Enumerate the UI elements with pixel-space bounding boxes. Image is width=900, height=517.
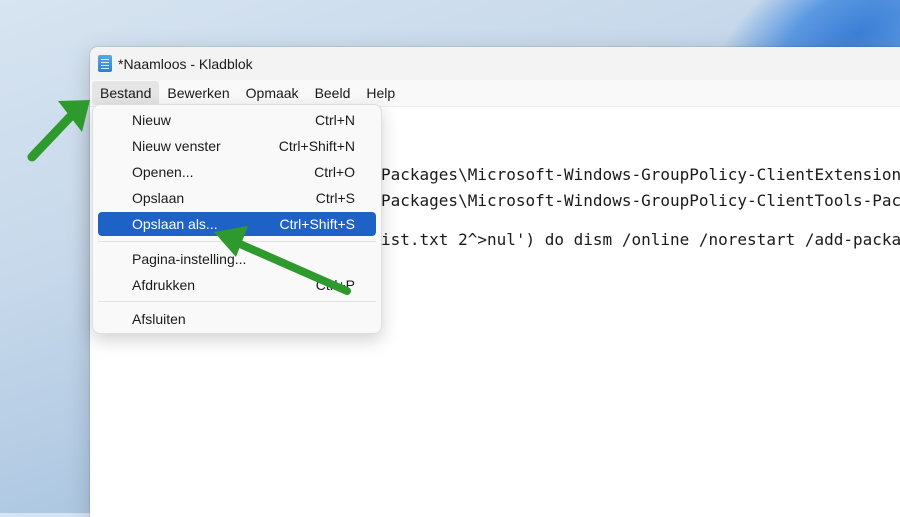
menu-item-label: Nieuw xyxy=(132,112,171,128)
menu-item-shortcut: Ctrl+O xyxy=(314,164,355,180)
menu-bar: Bestand Bewerken Opmaak Beeld Help xyxy=(90,80,900,107)
menu-item-nieuw[interactable]: Nieuw Ctrl+N xyxy=(98,108,376,132)
menu-separator xyxy=(98,301,376,302)
arrow-to-bestand-icon xyxy=(27,100,90,162)
file-menu-dropdown: Nieuw Ctrl+N Nieuw venster Ctrl+Shift+N … xyxy=(92,104,382,334)
editor-line: Packages\Microsoft-Windows-GroupPolicy-C… xyxy=(381,191,900,210)
menu-item-opslaan[interactable]: Opslaan Ctrl+S xyxy=(98,186,376,210)
menu-item-opslaan-als[interactable]: Opslaan als... Ctrl+Shift+S xyxy=(98,212,376,236)
menu-item-label: Afsluiten xyxy=(132,311,186,327)
editor-line: ist.txt 2^>nul') do dism /online /norest… xyxy=(381,230,900,249)
menu-help[interactable]: Help xyxy=(358,81,403,105)
menu-item-shortcut: Ctrl+N xyxy=(314,112,355,128)
title-bar[interactable]: *Naamloos - Kladblok xyxy=(90,47,900,80)
menu-separator xyxy=(98,241,376,242)
menu-item-label: Nieuw venster xyxy=(132,138,221,154)
window-title: *Naamloos - Kladblok xyxy=(118,55,253,72)
editor-line: Packages\Microsoft-Windows-GroupPolicy-C… xyxy=(381,165,900,184)
menu-item-shortcut: Ctrl+Shift+N xyxy=(278,138,355,154)
menu-item-openen[interactable]: Openen... Ctrl+O xyxy=(98,160,376,184)
menu-item-label: Afdrukken xyxy=(132,277,196,293)
menu-item-afdrukken[interactable]: Afdrukken Ctrl+P xyxy=(98,273,376,297)
menu-item-shortcut: Ctrl+P xyxy=(315,277,355,293)
menu-bewerken[interactable]: Bewerken xyxy=(159,81,237,105)
menu-opmaak[interactable]: Opmaak xyxy=(238,81,307,105)
notepad-icon xyxy=(98,55,112,72)
menu-beeld[interactable]: Beeld xyxy=(307,81,359,105)
menu-item-label: Opslaan xyxy=(132,190,185,206)
menu-item-nieuw-venster[interactable]: Nieuw venster Ctrl+Shift+N xyxy=(98,134,376,158)
menu-item-label: Openen... xyxy=(132,164,194,180)
menu-item-label: Pagina-instelling... xyxy=(132,251,247,267)
menu-item-shortcut: Ctrl+S xyxy=(315,190,355,206)
menu-item-pagina-instelling[interactable]: Pagina-instelling... xyxy=(98,247,376,271)
menu-bestand[interactable]: Bestand xyxy=(92,81,160,105)
menu-item-label: Opslaan als... xyxy=(132,216,218,232)
menu-item-shortcut: Ctrl+Shift+S xyxy=(279,216,355,232)
menu-item-afsluiten[interactable]: Afsluiten xyxy=(98,307,376,331)
